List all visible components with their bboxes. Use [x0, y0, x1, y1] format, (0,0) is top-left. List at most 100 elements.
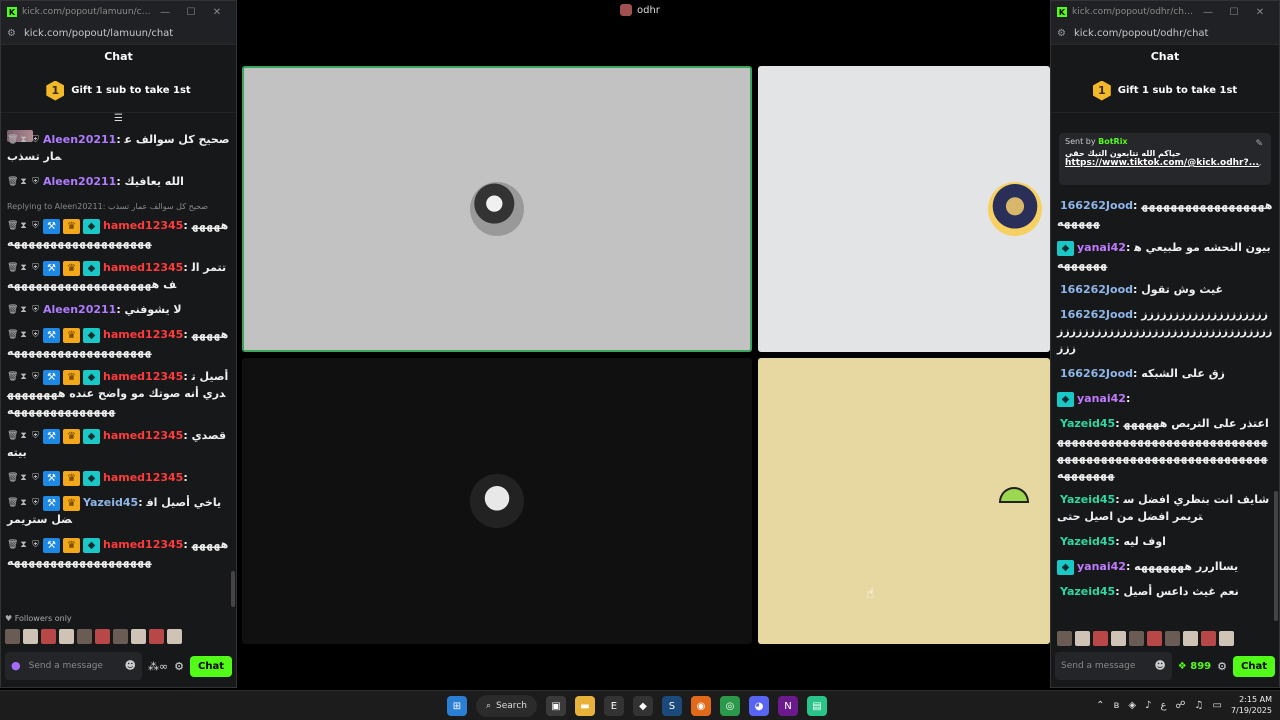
site-settings-icon[interactable]: ⚙	[1057, 28, 1066, 39]
battery-icon[interactable]: ▭	[1213, 700, 1222, 711]
send-chat-button[interactable]: Chat	[190, 655, 232, 677]
emote-icon[interactable]	[1057, 631, 1072, 646]
emote-icon[interactable]	[77, 629, 92, 644]
delete-icon[interactable]: 🗑	[7, 135, 18, 146]
video-tile[interactable]	[758, 358, 1050, 644]
chat-message[interactable]: 166262Jood: هههههههههههههههههههههههه	[1057, 197, 1273, 231]
chevron-down-icon[interactable]: ⌄	[1255, 159, 1263, 169]
username[interactable]: hamed12345	[103, 538, 183, 551]
scrollbar[interactable]	[231, 571, 235, 607]
windows-start-icon[interactable]: ⊞	[447, 696, 467, 716]
chat-message[interactable]: 🗑 ⧗ ⛨ ⚒ ♛ ◆ hamed12345: هههههههههههههههههههههه…	[7, 536, 230, 570]
emote-icon[interactable]	[1219, 631, 1234, 646]
language-indicator[interactable]: ع	[1160, 700, 1166, 711]
delete-icon[interactable]: 🗑	[7, 540, 18, 551]
taskbar-search[interactable]: ⌕ Search	[476, 695, 537, 717]
ban-icon[interactable]: ⛨	[31, 135, 40, 146]
username[interactable]: Aleen20211	[43, 303, 116, 316]
chat-message[interactable]: Yazeid45: اوف ليه	[1057, 533, 1273, 550]
chat-message[interactable]: 166262Jood: غيث وش تقول	[1057, 281, 1273, 298]
ban-icon[interactable]: ⛨	[31, 540, 40, 551]
site-settings-icon[interactable]: ⚙	[7, 28, 16, 39]
username[interactable]: 166262Jood	[1060, 283, 1133, 296]
ban-icon[interactable]: ⛨	[31, 305, 40, 316]
username[interactable]: Yazeid45	[1060, 585, 1115, 598]
chat-message[interactable]: 🗑 ⧗ ⛨ ⚒ ♛ ◆ hamed12345: تتمر الف ههههههههههههه…	[7, 259, 230, 293]
discord-icon[interactable]: ◕	[748, 696, 769, 716]
chat-message[interactable]: 🗑 ⧗ ⛨ ⚒ ♛ ◆ hamed12345: قصدي بيته	[7, 427, 230, 461]
timeout-icon[interactable]: ⧗	[19, 263, 28, 274]
reply-reference[interactable]: Replying to Aleen20211: صحيح كل سوالف عم…	[7, 198, 230, 215]
chat-message[interactable]: 🗑 ⧗ ⛨ ⚒ ♛ ◆ hamed12345: أصيل تدري أنه صوتك مو …	[7, 368, 230, 419]
network-app-icon[interactable]: ◈	[1128, 700, 1136, 711]
username[interactable]: yanai42	[1077, 241, 1126, 254]
ban-icon[interactable]: ⛨	[31, 498, 40, 509]
close-icon[interactable]: ✕	[1247, 7, 1273, 18]
username[interactable]: hamed12345	[103, 471, 183, 484]
address-bar[interactable]: ⚙ kick.com/popout/odhr/chat	[1051, 23, 1279, 45]
timeout-icon[interactable]: ⧗	[19, 221, 28, 232]
username[interactable]: 166262Jood	[1060, 308, 1133, 321]
username[interactable]: hamed12345	[103, 261, 183, 274]
timeout-icon[interactable]: ⧗	[19, 330, 28, 341]
username[interactable]: Aleen20211	[43, 133, 116, 146]
username[interactable]: hamed12345	[103, 429, 183, 442]
timeout-icon[interactable]: ⧗	[19, 372, 28, 383]
emoji-icon[interactable]: ☻	[1154, 660, 1165, 671]
username[interactable]: Yazeid45	[1060, 493, 1115, 506]
username[interactable]: Aleen20211	[43, 175, 116, 188]
chat-message[interactable]: 🗑 ⧗ ⛨ Aleen20211: الله يعافيك	[7, 173, 230, 190]
emote-icon[interactable]	[95, 629, 110, 644]
video-tile[interactable]	[758, 66, 1050, 352]
emote-icon[interactable]	[1147, 631, 1162, 646]
emote-icon[interactable]	[23, 629, 38, 644]
mic-icon[interactable]: ♪	[1145, 700, 1151, 711]
delete-icon[interactable]: 🗑	[7, 221, 18, 232]
emoji-icon[interactable]: ☻	[124, 660, 135, 671]
chat-message[interactable]: ◆ yanai42: يسااررر هههههههه	[1057, 558, 1273, 575]
app-icon[interactable]: ◆	[632, 696, 653, 716]
delete-icon[interactable]: 🗑	[7, 177, 18, 188]
message-input[interactable]: ● Send a message ☻	[5, 652, 142, 680]
emote-icon[interactable]	[149, 629, 164, 644]
username[interactable]: Yazeid45	[1060, 535, 1115, 548]
ban-icon[interactable]: ⛨	[31, 263, 40, 274]
timeout-icon[interactable]: ⧗	[19, 540, 28, 551]
timeout-icon[interactable]: ⧗	[19, 305, 28, 316]
emote-icon[interactable]	[1165, 631, 1180, 646]
timeout-icon[interactable]: ⧗	[19, 135, 28, 146]
username[interactable]: Yazeid45	[83, 496, 138, 509]
next-app-icon[interactable]: N	[777, 696, 798, 716]
steam-icon[interactable]: S	[661, 696, 682, 716]
task-view-icon[interactable]: ▣	[545, 696, 566, 716]
delete-icon[interactable]: 🗑	[7, 330, 18, 341]
username[interactable]: hamed12345	[103, 370, 183, 383]
maximize-icon[interactable]: ☐	[1221, 7, 1247, 18]
emote-icon[interactable]	[59, 629, 74, 644]
minimize-icon[interactable]: —	[152, 7, 178, 18]
wifi-icon[interactable]: ☍	[1175, 700, 1185, 711]
chat-message[interactable]: 🗑 ⧗ ⛨ Aleen20211: لا يشوفني	[7, 301, 230, 318]
chat-message[interactable]: 166262Jood: زق على الشبكه	[1057, 365, 1273, 382]
gift-sub-banner[interactable]: 1 Gift 1 sub to take 1st	[1, 69, 236, 113]
volume-icon[interactable]: ♫	[1195, 700, 1204, 711]
username[interactable]: hamed12345	[103, 328, 183, 341]
timeout-icon[interactable]: ⧗	[19, 473, 28, 484]
scrollbar[interactable]	[1274, 491, 1278, 621]
ban-icon[interactable]: ⛨	[31, 431, 40, 442]
username[interactable]: 166262Jood	[1060, 367, 1133, 380]
emote-icon[interactable]	[5, 629, 20, 644]
emote-icon[interactable]	[131, 629, 146, 644]
unpin-icon[interactable]: ✎	[1255, 139, 1263, 149]
message-input[interactable]: Send a message ☻	[1055, 652, 1172, 680]
username[interactable]: yanai42	[1077, 392, 1126, 405]
delete-icon[interactable]: 🗑	[7, 498, 18, 509]
chat-message[interactable]: Yazeid45: اعتذر على التربص ههههههههههههه…	[1057, 415, 1273, 483]
bluetooth-icon[interactable]: ʙ	[1114, 700, 1120, 711]
epic-games-icon[interactable]: E	[603, 696, 624, 716]
emote-icon[interactable]	[1111, 631, 1126, 646]
ban-icon[interactable]: ⛨	[31, 473, 40, 484]
timeout-icon[interactable]: ⧗	[19, 498, 28, 509]
chat-message[interactable]: 🗑 ⧗ ⛨ ⚒ ♛ ◆ hamed12345: هههههههههههههههههههههه…	[7, 326, 230, 360]
ban-icon[interactable]: ⛨	[31, 330, 40, 341]
